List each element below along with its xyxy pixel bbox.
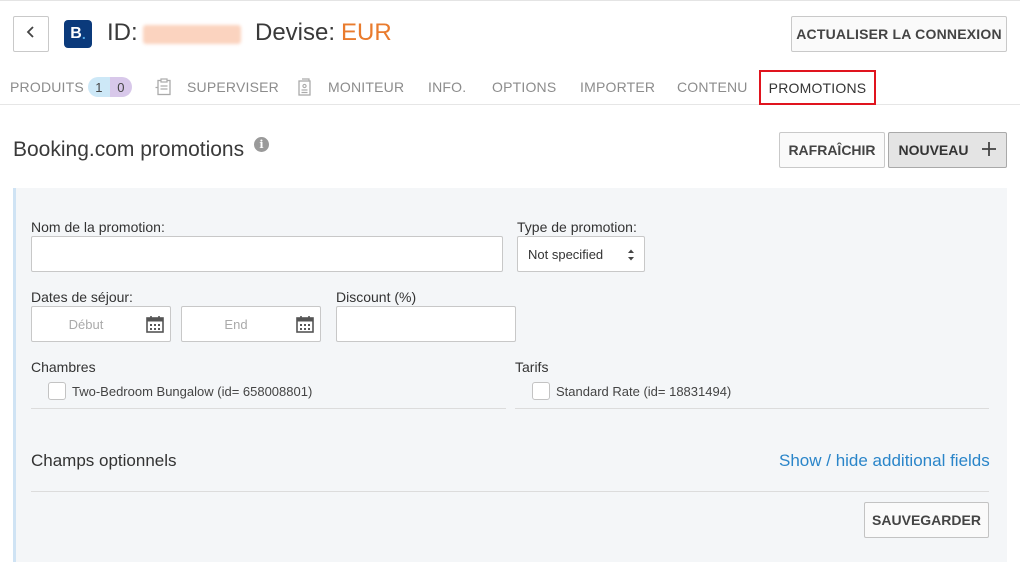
room-label: Two-Bedroom Bungalow (id= 658008801) bbox=[72, 383, 313, 399]
discount-label: Discount (%) bbox=[336, 289, 417, 305]
tab-info[interactable]: INFO. bbox=[428, 70, 466, 104]
promotion-name-input[interactable] bbox=[31, 236, 503, 272]
tab-produits[interactable]: PRODUITS 1 0 bbox=[10, 70, 132, 104]
badge-count-a: 1 bbox=[87, 77, 110, 97]
document-icon bbox=[296, 78, 314, 96]
tab-label: MONITEUR bbox=[328, 79, 405, 95]
room-checkbox[interactable] bbox=[48, 382, 66, 400]
discount-input[interactable] bbox=[336, 306, 516, 342]
promotion-type-select[interactable]: Not specified bbox=[517, 236, 645, 272]
info-icon[interactable]: i bbox=[254, 137, 269, 152]
tab-importer[interactable]: IMPORTER bbox=[580, 70, 655, 104]
end-date-input[interactable]: End bbox=[181, 306, 321, 342]
id-label: ID: bbox=[107, 19, 138, 46]
clipboard-icon bbox=[155, 78, 173, 96]
booking-logo: B. bbox=[64, 20, 92, 48]
room-checkbox-item[interactable]: Two-Bedroom Bungalow (id= 658008801) bbox=[48, 382, 312, 400]
tab-promotions[interactable]: PROMOTIONS bbox=[759, 70, 876, 105]
rates-label: Tarifs bbox=[515, 359, 549, 375]
optional-fields-title: Champs optionnels bbox=[31, 451, 177, 470]
save-button[interactable]: SAUVEGARDER bbox=[864, 502, 989, 538]
tab-moniteur[interactable]: MONITEUR bbox=[296, 70, 404, 104]
refresh-connection-button[interactable]: ACTUALISER LA CONNEXION bbox=[791, 16, 1007, 52]
end-date-placeholder: End bbox=[224, 316, 248, 332]
rates-divider bbox=[515, 408, 989, 409]
back-button[interactable] bbox=[13, 16, 49, 52]
optional-divider bbox=[31, 491, 989, 492]
rate-checkbox[interactable] bbox=[532, 382, 550, 400]
new-promotion-button[interactable]: NOUVEAU bbox=[888, 132, 1007, 168]
rooms-label: Chambres bbox=[31, 359, 96, 375]
badge-count-b: 0 bbox=[109, 77, 132, 97]
tab-options[interactable]: OPTIONS bbox=[492, 70, 556, 104]
tab-bar: PRODUITS 1 0 SUPERVISER MONITEUR INFO. O… bbox=[0, 70, 1020, 105]
page-title: Booking.com promotions bbox=[13, 138, 245, 161]
id-value-redacted bbox=[143, 25, 241, 44]
tab-label: SUPERVISER bbox=[187, 79, 279, 95]
toggle-additional-fields-link[interactable]: Show / hide additional fields bbox=[779, 451, 990, 471]
start-date-input[interactable]: Début bbox=[31, 306, 171, 342]
tab-contenu[interactable]: CONTENU bbox=[677, 70, 748, 104]
calendar-icon[interactable] bbox=[146, 315, 164, 336]
currency-label: Devise: bbox=[255, 19, 336, 46]
stay-dates-label: Dates de séjour: bbox=[31, 289, 133, 305]
calendar-icon[interactable] bbox=[296, 315, 314, 336]
refresh-button[interactable]: RAFRAÎCHIR bbox=[779, 132, 885, 168]
promotion-name-label: Nom de la promotion: bbox=[31, 219, 165, 235]
promotion-type-value: Not specified bbox=[528, 246, 604, 262]
top-border bbox=[0, 0, 1020, 1]
start-date-placeholder: Début bbox=[68, 316, 104, 332]
promotion-type-label: Type de promotion: bbox=[517, 219, 637, 235]
rate-checkbox-item[interactable]: Standard Rate (id= 18831494) bbox=[532, 382, 731, 400]
chevron-left-icon bbox=[25, 25, 37, 44]
rooms-divider bbox=[31, 408, 506, 409]
rate-label: Standard Rate (id= 18831494) bbox=[556, 383, 732, 399]
new-button-label: NOUVEAU bbox=[898, 142, 969, 158]
plus-icon bbox=[981, 141, 997, 160]
select-arrows-icon bbox=[627, 248, 635, 262]
products-count-badge: 1 0 bbox=[87, 77, 132, 97]
tab-superviser[interactable]: SUPERVISER bbox=[155, 70, 279, 104]
currency-value: EUR bbox=[341, 19, 392, 46]
tab-label: PRODUITS bbox=[10, 79, 84, 95]
